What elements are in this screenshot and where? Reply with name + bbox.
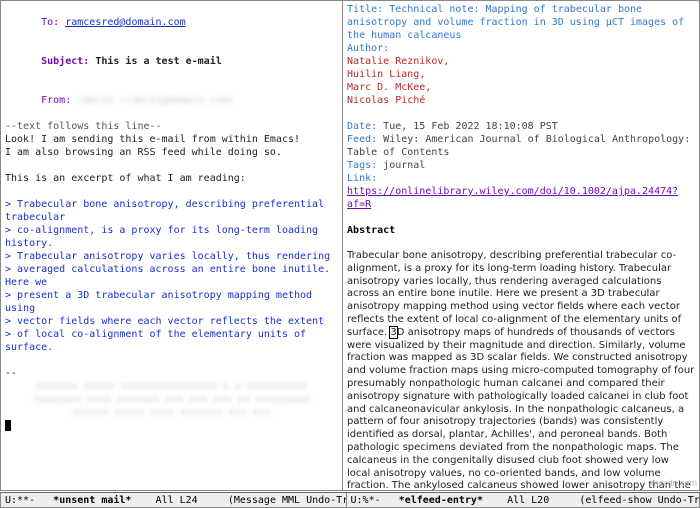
- subject-label: Subject: [41, 56, 83, 67]
- quoted-line: > of local co-alignment of the elementar…: [5, 328, 338, 354]
- entry-feed-line: Feed: Wiley: American Journal of Biologi…: [347, 133, 695, 159]
- author-name: Marc D. McKee,: [347, 81, 695, 94]
- modeline-left[interactable]: U:**- *unsent mail* All L24 (Message MML…: [1, 493, 347, 507]
- quoted-line: > averaged calculations across an entire…: [5, 263, 338, 289]
- emacs-frame: To: ramcesred@domain.com Subject: This i…: [0, 0, 700, 491]
- abstract-body[interactable]: Trabecular bone anisotropy, describing p…: [347, 250, 695, 490]
- ml-pos: All L20: [507, 495, 549, 506]
- ml-status: U:%*-: [351, 495, 381, 506]
- modeline-right[interactable]: U:%*- *elfeed-entry* All L20 (elfeed-sho…: [347, 493, 700, 507]
- ml-pos: All L24: [156, 495, 198, 506]
- quoted-line: > vector fields where each vector reflec…: [5, 315, 338, 328]
- ml-modes: (elfeed-show Undo-Tree) Sat F: [579, 495, 699, 506]
- quoted-line: > co-alignment, is a proxy for its long-…: [5, 224, 338, 250]
- to-label: To: [41, 17, 53, 28]
- title-label: Title: [347, 4, 377, 15]
- link-label: Link: [347, 173, 371, 184]
- header-from[interactable]: From: ramces <ramces@domain.com>: [5, 81, 338, 120]
- entry-link-line: Link: https://onlinelibrary.wiley.com/do…: [347, 172, 695, 211]
- quoted-line: > present a 3D trabecular anisotropy map…: [5, 289, 338, 315]
- to-value[interactable]: ramcesred@domain.com: [65, 17, 185, 28]
- text-separator: --text follows this line--: [5, 120, 338, 133]
- sig-line: xxxxxxx xxxxx xxxxxxxxxxxxxxxx x x xxxxx…: [5, 380, 338, 393]
- body-line: I am also browsing an RSS feed while doi…: [5, 146, 338, 159]
- sig-marker: --: [5, 367, 338, 380]
- compose-body[interactable]: Look! I am sending this e-mail from with…: [5, 133, 338, 432]
- ml-buffer: *elfeed-entry*: [399, 495, 483, 506]
- text-cursor: [5, 420, 11, 431]
- author-label: Author: [347, 43, 383, 54]
- compose-pane[interactable]: To: ramcesred@domain.com Subject: This i…: [1, 1, 343, 490]
- author-name: Nicolas Piché: [347, 94, 695, 107]
- header-to[interactable]: To: ramcesred@domain.com: [5, 3, 338, 42]
- cursor-line: [5, 419, 338, 432]
- tags-value: journal: [383, 160, 425, 171]
- ml-status: U:**-: [5, 495, 35, 506]
- subject-value[interactable]: This is a test e-mail: [95, 56, 221, 67]
- watermark: msxdn.com: [651, 478, 697, 490]
- blank-line: [347, 237, 695, 250]
- blank-line: [5, 354, 338, 367]
- blank-line: [347, 211, 695, 224]
- entry-title-line: Title: Technical note: Mapping of trabec…: [347, 3, 695, 42]
- modeline-bar: U:**- *unsent mail* All L24 (Message MML…: [0, 492, 700, 508]
- link-value[interactable]: https://onlinelibrary.wiley.com/doi/10.1…: [347, 186, 678, 210]
- elfeed-entry-pane[interactable]: Title: Technical note: Mapping of trabec…: [343, 1, 699, 490]
- ml-buffer: *unsent mail*: [53, 495, 131, 506]
- from-label: From: [41, 95, 65, 106]
- feed-value: Wiley: American Journal of Biological An…: [347, 134, 696, 158]
- body-line: This is an excerpt of what I am reading:: [5, 172, 338, 185]
- body-line: Look! I am sending this e-mail from with…: [5, 133, 338, 146]
- quoted-line: > Trabecular anisotropy varies locally, …: [5, 250, 338, 263]
- title-value: Technical note: Mapping of trabecular bo…: [347, 4, 690, 41]
- author-name: Huilin Liang,: [347, 68, 695, 81]
- abstract-heading: Abstract: [347, 224, 695, 237]
- body-line: [5, 185, 338, 198]
- sig-line: xxxxxx xxxxx xxxx xxxxxxx xxx xxx: [5, 406, 338, 419]
- entry-tags-line: Tags: journal: [347, 159, 695, 172]
- entry-author-line: Author:: [347, 42, 695, 55]
- author-name: Natalie Reznikov,: [347, 55, 695, 68]
- sig-line: xxxxxxxx xxxx xxxxxxx xxx xxx xxx xx xxx…: [5, 393, 338, 406]
- from-value: ramces <ramces@domain.com>: [77, 95, 234, 106]
- quoted-line: > Trabecular bone anisotropy, describing…: [5, 198, 338, 224]
- abstract-text-post: D anisotropy maps of hundreds of thousan…: [347, 327, 695, 490]
- date-value: Tue, 15 Feb 2022 18:10:08 PST: [383, 121, 558, 132]
- header-subject[interactable]: Subject: This is a test e-mail: [5, 42, 338, 81]
- feed-label: Feed: [347, 134, 371, 145]
- entry-date-line: Date: Tue, 15 Feb 2022 18:10:08 PST: [347, 120, 695, 133]
- blank-line: [347, 107, 695, 120]
- abstract-text-pre: Trabecular bone anisotropy, describing p…: [347, 250, 681, 338]
- ml-modes: (Message MML Undo-Tree Abbrev: [228, 495, 347, 506]
- body-line: [5, 159, 338, 172]
- tags-label: Tags: [347, 160, 371, 171]
- date-label: Date: [347, 121, 371, 132]
